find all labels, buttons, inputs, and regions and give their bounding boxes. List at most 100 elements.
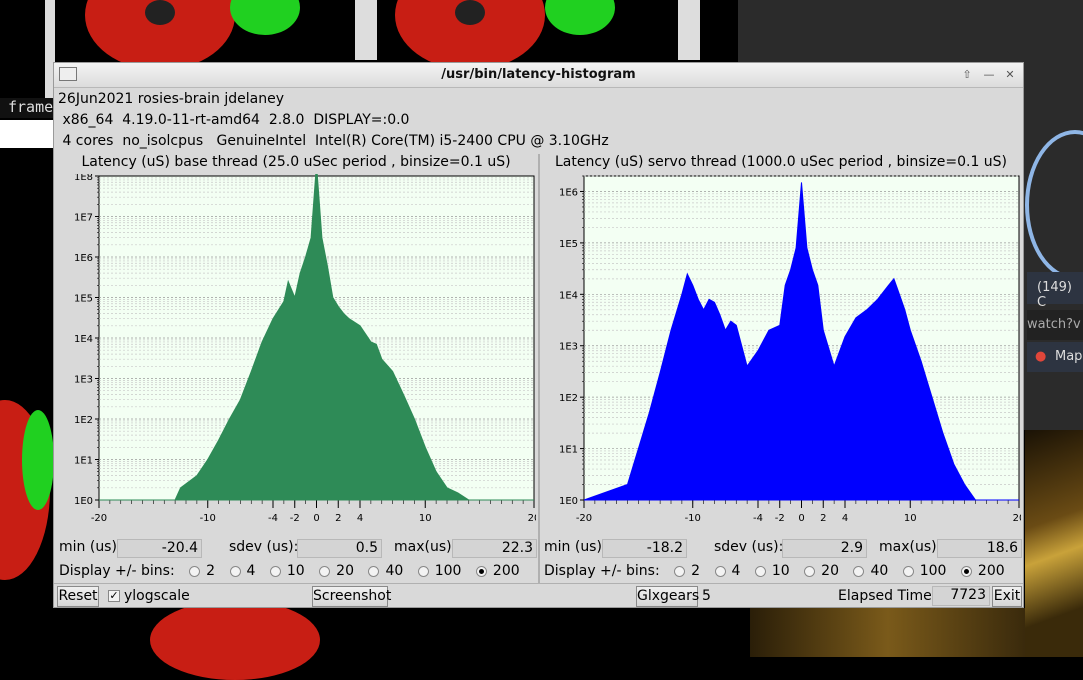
gear-shape (22, 410, 54, 510)
bins-option-label: 20 (336, 563, 354, 579)
x-tick-label: -2 (775, 513, 785, 524)
bins-radio-4[interactable] (229, 565, 241, 577)
bottom-divider (54, 583, 1023, 584)
background-window (0, 120, 56, 148)
bins-radio-100[interactable] (902, 565, 914, 577)
bins-option-label: 10 (771, 563, 790, 579)
y-tick-label: 1E4 (559, 290, 578, 301)
x-tick-label: -20 (576, 513, 592, 524)
y-tick-label: 1E6 (74, 253, 93, 264)
base-thread-panel: Latency (uS) base thread (25.0 uSec peri… (56, 154, 537, 580)
bins-radio-20[interactable] (319, 565, 331, 577)
background-photo (750, 608, 1025, 657)
min-value: -20.4 (117, 539, 202, 558)
x-tick-label: 20 (1013, 513, 1021, 524)
x-tick-label: 10 (419, 513, 432, 524)
y-tick-label: 1E1 (559, 445, 578, 456)
bins-option-label: 2 (206, 563, 216, 579)
window-title: /usr/bin/latency-histogram (441, 67, 636, 82)
background-window (678, 0, 700, 60)
sdev-label: sdev (us): (714, 539, 784, 555)
browser-tab[interactable]: (149) C (1027, 272, 1083, 310)
title-bar[interactable]: /usr/bin/latency-histogram ⇧ — ✕ (54, 63, 1023, 88)
bins-radio-20[interactable] (804, 565, 816, 577)
y-tick-label: 1E0 (74, 496, 93, 507)
bins-radio-2[interactable] (674, 565, 686, 577)
bins-option-label: 20 (821, 563, 839, 579)
bins-label: Display +/- bins: (59, 563, 175, 579)
base-histogram-chart: 1E01E11E21E31E41E51E61E71E8-20 -10 -4 -2 0 2 4… (74, 174, 536, 524)
map-pin-icon: ● (1035, 349, 1047, 364)
bins-option-label: 4 (731, 563, 741, 579)
max-value: 22.3 (452, 539, 537, 558)
y-tick-label: 1E0 (559, 496, 578, 507)
bins-option-label: 40 (385, 563, 404, 579)
bookmark-maps[interactable]: ● Map (1027, 342, 1083, 372)
bins-radio-200[interactable] (960, 565, 972, 577)
exit-button[interactable]: Exit (992, 586, 1022, 607)
x-tick-label: 2 (335, 513, 341, 524)
x-tick-label: -10 (685, 513, 701, 524)
base-chart-title: Latency (uS) base thread (25.0 uSec peri… (81, 154, 511, 170)
bins-radio-200[interactable] (475, 565, 487, 577)
servo-chart-title: Latency (uS) servo thread (1000.0 uSec p… (554, 154, 1008, 170)
screenshot-button[interactable]: Screenshot (312, 586, 391, 607)
info-date-host: 26Jun2021 rosies-brain jdelaney (58, 91, 284, 107)
y-tick-label: 1E8 (74, 174, 93, 183)
bins-option-label: 10 (286, 563, 305, 579)
x-tick-label: 0 (798, 513, 804, 524)
x-tick-label: -4 (268, 513, 278, 524)
x-tick-label: -10 (200, 513, 216, 524)
sdev-value: 0.5 (297, 539, 382, 558)
bins-option-label: 200 (492, 563, 520, 579)
y-tick-label: 1E5 (559, 239, 578, 250)
sdev-label: sdev (us): (229, 539, 299, 555)
bins-option-label: 4 (246, 563, 256, 579)
max-label: max(us) (879, 539, 937, 555)
glxgears-button[interactable]: Glxgears (636, 586, 699, 607)
info-kernel: x86_64 4.19.0-11-rt-amd64 2.8.0 DISPLAY=… (58, 112, 410, 128)
min-label: min (us) (544, 539, 602, 555)
y-tick-label: 1E2 (74, 415, 93, 426)
x-tick-label: -2 (290, 513, 300, 524)
y-tick-label: 1E3 (74, 375, 93, 386)
bookmark-label: Map (1055, 349, 1083, 364)
maximize-icon[interactable]: ⇧ (960, 68, 974, 82)
bins-option-label: 40 (870, 563, 889, 579)
browser-url-text: watch?v (1027, 317, 1081, 332)
x-tick-label: -20 (91, 513, 107, 524)
bins-radio-4[interactable] (714, 565, 726, 577)
bins-radio-2[interactable] (189, 565, 201, 577)
sdev-value: 2.9 (782, 539, 867, 558)
x-tick-label: 4 (842, 513, 848, 524)
bins-radio-40[interactable] (853, 565, 865, 577)
bins-option-label: 100 (919, 563, 947, 579)
min-value: -18.2 (602, 539, 687, 558)
y-tick-label: 1E3 (559, 342, 578, 353)
bins-radio-40[interactable] (368, 565, 380, 577)
max-label: max(us) (394, 539, 452, 555)
bins-radio-10[interactable] (754, 565, 766, 577)
latency-histogram-window: /usr/bin/latency-histogram ⇧ — ✕ 26Jun20… (53, 62, 1024, 608)
elapsed-label: Elapsed Time: (838, 588, 937, 604)
max-value: 18.6 (937, 539, 1022, 558)
x-tick-label: 10 (904, 513, 917, 524)
browser-tab-label: (149) C (1037, 280, 1072, 310)
gear-shape (455, 0, 485, 25)
y-tick-label: 1E5 (74, 294, 93, 305)
minimize-icon[interactable]: — (982, 68, 996, 82)
bins-option-label: 2 (691, 563, 701, 579)
close-icon[interactable]: ✕ (1003, 68, 1017, 82)
info-cpu: 4 cores no_isolcpus GenuineIntel Intel(R… (58, 133, 609, 149)
reset-button[interactable]: Reset (57, 586, 99, 607)
y-tick-label: 1E1 (74, 456, 93, 467)
browser-url[interactable]: watch?v (1027, 310, 1083, 340)
x-tick-label: 20 (528, 513, 536, 524)
x-tick-label: 0 (313, 513, 319, 524)
elapsed-value: 7723 (932, 586, 990, 606)
servo-histogram-chart: 1E01E11E21E31E41E51E6-20-10-4-20241020 (559, 175, 1021, 524)
ylogscale-checkbox[interactable]: ✓ (108, 590, 120, 602)
bins-radio-10[interactable] (269, 565, 281, 577)
bins-radio-100[interactable] (417, 565, 429, 577)
y-tick-label: 1E4 (74, 334, 93, 345)
